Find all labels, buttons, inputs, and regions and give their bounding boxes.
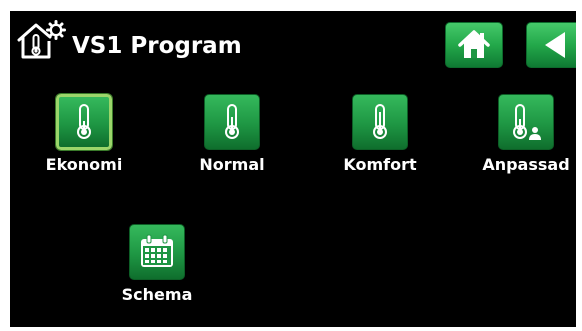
program-label: Normal bbox=[199, 155, 265, 174]
program-tile-ekonomi[interactable] bbox=[56, 94, 112, 150]
screen: VS1 Program Ekonomi Normal Komfort Anpas… bbox=[10, 11, 576, 327]
program-normal[interactable]: Normal bbox=[177, 94, 287, 186]
back-button[interactable] bbox=[526, 22, 576, 68]
home-button[interactable] bbox=[445, 22, 503, 68]
program-tile-komfort[interactable] bbox=[352, 94, 408, 150]
thermometer-user-icon bbox=[513, 104, 541, 140]
program-label: Anpassad bbox=[482, 155, 570, 174]
program-anpassad[interactable]: Anpassad bbox=[471, 94, 576, 186]
program-label: Schema bbox=[121, 285, 193, 304]
program-tile-normal[interactable] bbox=[204, 94, 260, 150]
thermometer-icon bbox=[77, 104, 91, 139]
program-komfort[interactable]: Komfort bbox=[325, 94, 435, 186]
back-arrow-icon bbox=[545, 32, 565, 58]
program-label: Komfort bbox=[343, 155, 417, 174]
program-tile-anpassad[interactable] bbox=[498, 94, 554, 150]
home-icon bbox=[458, 30, 490, 58]
thermometer-icon bbox=[373, 104, 387, 139]
program-ekonomi[interactable]: Ekonomi bbox=[29, 94, 139, 186]
page-title: VS1 Program bbox=[72, 33, 242, 59]
program-label: Ekonomi bbox=[45, 155, 123, 174]
program-schema[interactable]: Schema bbox=[102, 224, 212, 316]
calendar-icon bbox=[141, 234, 173, 267]
house-thermometer-gear-icon bbox=[17, 20, 66, 59]
program-tile-schema[interactable] bbox=[129, 224, 185, 280]
thermometer-icon bbox=[225, 104, 239, 139]
